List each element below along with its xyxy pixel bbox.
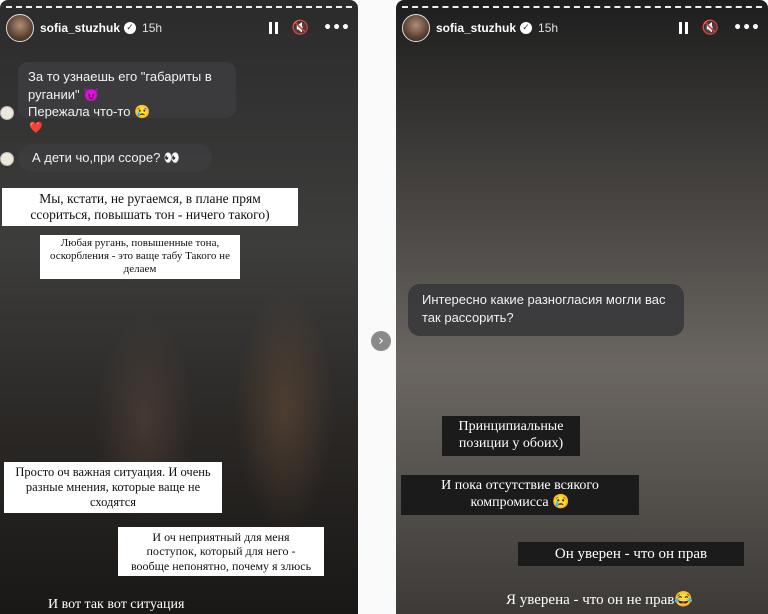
- heart-reaction-icon: ❤️: [29, 121, 43, 134]
- pause-icon[interactable]: [268, 22, 278, 34]
- story-header: sofia_stuzhuk ✓ 15h 🔇 •••: [402, 14, 760, 42]
- caption: Принципиальные позиции у обоих): [442, 416, 580, 456]
- next-story-arrow-icon[interactable]: ›: [371, 331, 391, 351]
- verified-badge-icon: ✓: [520, 22, 533, 34]
- more-options-icon[interactable]: •••: [733, 20, 760, 36]
- question-bubble: Интересно какие разногласия могли вас та…: [408, 284, 684, 336]
- caption: И пока отсутствие всякого компромисса 😢: [401, 475, 639, 515]
- story-controls: 🔇 •••: [268, 20, 350, 36]
- caption: Просто оч важная ситуация. И очень разны…: [4, 462, 222, 513]
- avatar[interactable]: [6, 14, 34, 42]
- username[interactable]: sofia_stuzhuk: [436, 21, 516, 35]
- username[interactable]: sofia_stuzhuk: [40, 21, 120, 35]
- caption: Любая ругань, повышенные тона, оскорблен…: [40, 235, 240, 279]
- caption: Я уверена - что он не прав😂: [506, 592, 694, 608]
- chat-bubble: За то узнаешь его "габариты в ругании" 😈…: [18, 62, 236, 120]
- mute-icon[interactable]: 🔇: [702, 20, 719, 36]
- mute-icon[interactable]: 🔇: [292, 20, 309, 36]
- more-options-icon[interactable]: •••: [323, 20, 350, 36]
- caption: И оч неприятный для меня поступок, котор…: [118, 527, 324, 577]
- caption: Он уверен - что он прав: [518, 542, 744, 566]
- story-gap: [358, 0, 396, 614]
- chat-bubble: А дети чо,при ссоре? 👀: [18, 144, 212, 172]
- story-right[interactable]: sofia_stuzhuk ✓ 15h 🔇 ••• Интересно каки…: [396, 0, 768, 614]
- timestamp: 15h: [538, 21, 559, 35]
- story-controls: 🔇 •••: [678, 20, 760, 36]
- avatar[interactable]: [402, 14, 430, 42]
- story-progress-bar: [402, 6, 762, 8]
- chat-message: Пережала что-то 😢: [28, 104, 151, 120]
- timestamp: 15h: [142, 21, 163, 35]
- caption: Мы, кстати, не ругаемся, в плане прям сс…: [2, 188, 298, 227]
- chat-message: А дети чо,при ссоре? 👀: [32, 150, 181, 165]
- sender-avatar-icon: [0, 106, 14, 120]
- sender-avatar-icon: [0, 152, 14, 166]
- chat-message: За то узнаешь его "габариты в ругании" 😈: [28, 69, 212, 102]
- story-header: sofia_stuzhuk ✓ 15h 🔇 •••: [6, 14, 350, 42]
- story-left[interactable]: sofia_stuzhuk ✓ 15h 🔇 ••• За то узнаешь …: [0, 0, 358, 614]
- verified-badge-icon: ✓: [124, 22, 137, 34]
- story-progress-bar: [6, 6, 352, 8]
- pause-icon[interactable]: [678, 22, 688, 34]
- caption: И вот так вот ситуация: [48, 597, 185, 612]
